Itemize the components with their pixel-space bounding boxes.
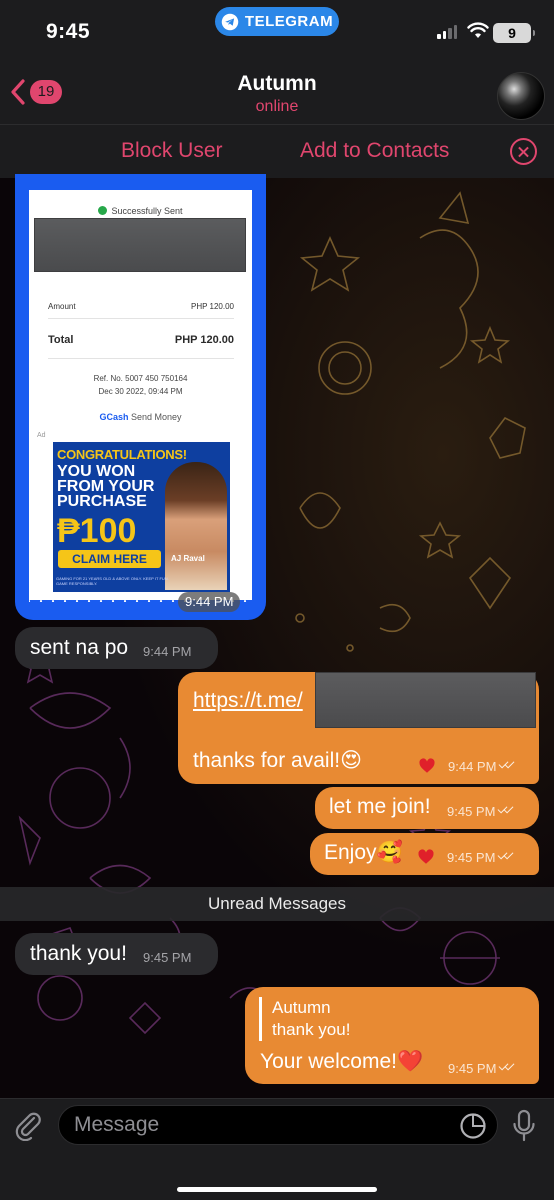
- read-checkmarks-icon: [499, 761, 517, 771]
- message-time: 9:45 PM: [448, 1061, 497, 1076]
- ad-person-name: AJ Raval: [171, 554, 205, 563]
- ad-fine-print: GAMING FOR 21 YEARS OLD & ABOVE ONLY. KE…: [56, 576, 169, 586]
- receipt-date: Dec 30 2022, 09:44 PM: [98, 387, 183, 396]
- receipt-ref: Ref. No. 5007 450 750164 Dec 30 2022, 09:…: [29, 372, 252, 398]
- message-time: 9:45 PM: [447, 804, 496, 819]
- gcash-brand: GCash: [99, 412, 129, 422]
- read-checkmarks-icon: [498, 852, 516, 862]
- message-bubble-outgoing[interactable]: let me join! 9:45 PM: [315, 787, 539, 829]
- check-circle-icon: [98, 206, 108, 215]
- cellular-signal-icon: [437, 25, 457, 39]
- message-meta: 9:45 PM: [447, 850, 516, 865]
- home-indicator: [177, 1187, 377, 1192]
- message-bubble-outgoing[interactable]: Autumn thank you! Your welcome!❤️ 9:45 P…: [245, 987, 539, 1084]
- message-input-bar: [0, 1098, 554, 1200]
- message-input[interactable]: [58, 1105, 498, 1145]
- message-text: thank you!: [30, 942, 127, 965]
- redacted-block: [315, 672, 536, 728]
- gcash-receipt-image: Successfully Sent Amount PHP 120.00 Total…: [29, 190, 252, 608]
- ad-label: Ad: [37, 432, 46, 439]
- chat-header: 19 Autumn online: [0, 60, 554, 124]
- message-time: 9:45 PM: [447, 850, 496, 865]
- message-bubble-outgoing[interactable]: https://t.me/ thanks for avail!😍 9:44 PM: [178, 672, 539, 784]
- message-meta: 9:45 PM: [447, 804, 516, 819]
- unread-messages-divider: Unread Messages: [0, 887, 554, 921]
- status-time: 9:45: [46, 20, 91, 43]
- contact-action-bar: Block User Add to Contacts: [0, 124, 554, 178]
- microphone-icon[interactable]: [512, 1109, 536, 1143]
- message-time: 9:44 PM: [143, 644, 192, 659]
- chat-status: online: [255, 98, 299, 115]
- sticker-icon[interactable]: [459, 1112, 487, 1140]
- receipt-status-text: Successfully Sent: [111, 206, 183, 216]
- add-to-contacts-button[interactable]: Add to Contacts: [300, 139, 449, 163]
- image-timestamp: 9:44 PM: [178, 592, 241, 612]
- message-bubble-outgoing[interactable]: Enjoy🥰 9:45 PM: [310, 833, 539, 875]
- divider: [48, 318, 234, 319]
- close-icon[interactable]: [510, 138, 537, 165]
- message-meta: 9:45 PM: [448, 1061, 517, 1076]
- message-time: 9:45 PM: [143, 950, 192, 965]
- avatar[interactable]: [497, 72, 545, 120]
- message-meta: 9:44 PM: [448, 759, 517, 774]
- gcash-line: GCash Send Money: [29, 412, 252, 422]
- heart-reaction-icon[interactable]: [418, 757, 436, 775]
- reply-text: thank you!: [272, 1020, 351, 1039]
- amount-label: Amount: [48, 302, 76, 311]
- divider: [48, 358, 234, 359]
- message-time: 9:44 PM: [448, 759, 497, 774]
- telegram-return-pill[interactable]: TELEGRAM: [215, 7, 339, 36]
- block-user-button[interactable]: Block User: [121, 139, 223, 163]
- ad-subheadline: YOU WON FROM YOUR PURCHASE: [57, 463, 155, 510]
- total-value: PHP 120.00: [174, 334, 234, 346]
- total-row: Total PHP 120.00: [48, 334, 234, 346]
- amount-value: PHP 120.00: [191, 302, 234, 311]
- reply-quote[interactable]: Autumn thank you!: [259, 997, 350, 1041]
- gcash-label: Send Money: [130, 412, 182, 422]
- status-bar: 9:45 TELEGRAM 9: [0, 0, 554, 60]
- message-text: thanks for avail!😍: [193, 749, 362, 772]
- ad-claim-button: CLAIM HERE: [58, 550, 161, 568]
- redacted-block: [34, 218, 246, 272]
- receipt-status: Successfully Sent: [29, 206, 252, 216]
- read-checkmarks-icon: [499, 1063, 517, 1073]
- message-text: Your welcome!❤️: [260, 1050, 424, 1073]
- reply-author: Autumn: [272, 998, 331, 1017]
- chat-title[interactable]: Autumn: [0, 72, 554, 96]
- wifi-icon: [467, 22, 489, 38]
- message-bubble-incoming[interactable]: sent na po 9:44 PM: [15, 627, 218, 669]
- total-label: Total: [48, 334, 74, 346]
- message-link[interactable]: https://t.me/: [193, 689, 303, 713]
- ref-number: Ref. No. 5007 450 750164: [93, 374, 188, 383]
- amount-row: Amount PHP 120.00: [48, 302, 234, 311]
- message-text: sent na po: [30, 636, 129, 659]
- battery-icon: 9: [493, 23, 535, 43]
- read-checkmarks-icon: [498, 806, 516, 816]
- message-text: let me join!: [329, 795, 431, 818]
- heart-reaction-icon[interactable]: [417, 848, 435, 866]
- paperclip-icon[interactable]: [14, 1111, 42, 1141]
- message-text: Enjoy🥰: [324, 841, 403, 864]
- ad-person-image: [165, 462, 227, 590]
- ad-banner: CONGRATULATIONS! YOU WON FROM YOUR PURCH…: [53, 442, 230, 592]
- telegram-plane-icon: [221, 13, 239, 30]
- ad-headline: CONGRATULATIONS!: [57, 447, 187, 462]
- telegram-pill-label: TELEGRAM: [244, 13, 334, 30]
- ad-amount: ₱100: [57, 512, 137, 550]
- image-message[interactable]: Successfully Sent Amount PHP 120.00 Total…: [15, 174, 266, 620]
- message-bubble-incoming[interactable]: thank you! 9:45 PM: [15, 933, 218, 975]
